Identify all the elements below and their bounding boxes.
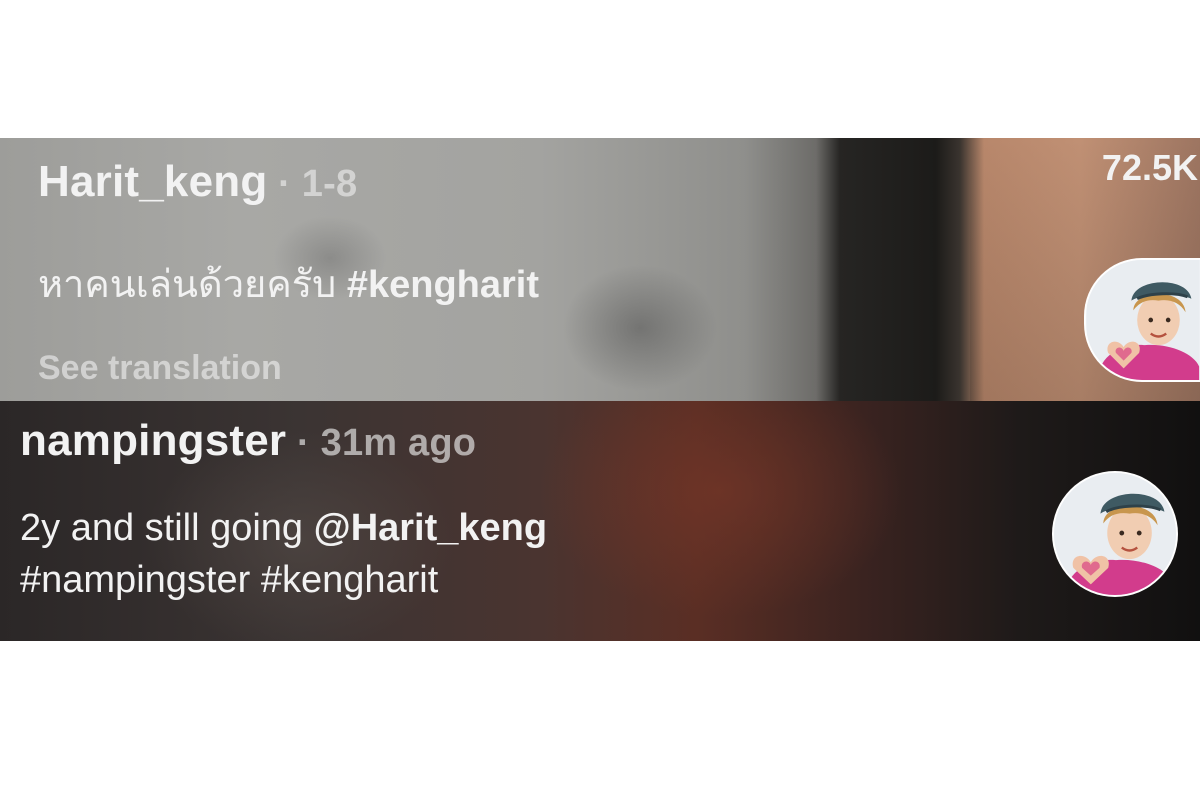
avatar[interactable] [1084,258,1200,382]
comment-header-bottom: nampingster · 31m ago [20,415,476,469]
profile-avatar-icon [1086,260,1200,380]
caption-space [250,559,261,601]
avatar[interactable] [1052,471,1178,597]
profile-avatar-icon [1054,473,1176,595]
username-link[interactable]: nampingster [20,416,286,465]
comment-caption: หาคนเล่นด้วยครับ #kengharit [38,262,539,308]
like-count: 72.5K [1101,147,1198,188]
comment-date: · 1-8 [267,163,358,205]
comment-caption-line-2: #nampingster #kengharit [20,557,438,603]
username-link[interactable]: Harit_keng [38,157,267,206]
hashtag-link[interactable]: #kengharit [261,559,438,601]
comment-timestamp: · 31m ago [286,422,477,464]
hashtag-link[interactable]: #kengharit [347,264,539,306]
comment-caption-line-1: 2y and still going @Harit_keng [20,505,547,551]
page: Harit_keng · 1-8 หาคนเล่นด้วยครับ #kengh… [0,0,1200,800]
caption-text: 2y and still going [20,507,314,549]
caption-text: หาคนเล่นด้วยครับ [38,264,347,306]
comment-card-top: Harit_keng · 1-8 หาคนเล่นด้วยครับ #kengh… [0,138,1200,401]
comment-header-top: Harit_keng · 1-8 [38,156,357,210]
hashtag-link[interactable]: #nampingster [20,559,250,601]
see-translation-button[interactable]: See translation [38,348,282,388]
comment-card-bottom: nampingster · 31m ago 2y and still going… [0,401,1200,641]
mention-link[interactable]: @Harit_keng [314,507,547,549]
